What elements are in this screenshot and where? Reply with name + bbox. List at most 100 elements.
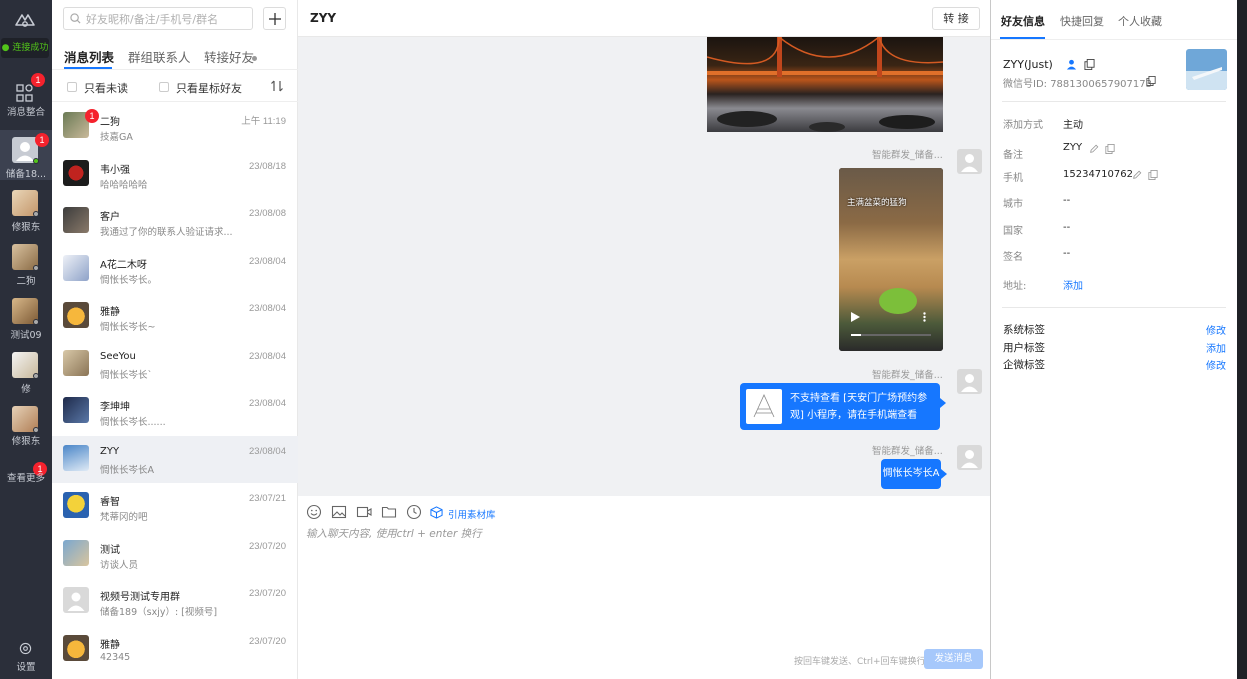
conversation-row[interactable]: ZYY 23/08/04 惆怅长岑长A (52, 435, 298, 483)
nav-item-settings[interactable]: 设置 (0, 642, 52, 674)
edit-icon[interactable] (1132, 170, 1142, 180)
starred-only-checkbox[interactable] (159, 82, 169, 92)
conversation-row[interactable]: 李坤坤 23/08/04 惆怅长岑长...... (52, 388, 298, 435)
message-preview: 惆怅长岑长A (100, 464, 154, 476)
conversation-row[interactable]: 测试 23/07/20 访谈人员 (52, 531, 298, 578)
phone-value: 15234710762 (1063, 169, 1133, 180)
clock-icon[interactable] (406, 504, 422, 520)
miniprogram-card[interactable]: 不支持查看 [天安门广场预约参观] 小程序，请在手机端查看 (740, 383, 940, 430)
remark-value: ZYY (1063, 142, 1083, 153)
chat-panel: ZYY 转 接 智能群发_储备... 主满盆菜的猛狗 智能群发_储备... 不支… (298, 0, 990, 679)
miniprogram-text: 不支持查看 [天安门广场预约参观] 小程序，请在手机端查看 (790, 393, 928, 421)
bubble-tail (940, 398, 946, 408)
grid-icon (16, 84, 33, 102)
conversation-row[interactable]: 二狗 上午 11:19 技嘉GA 1 (52, 103, 298, 150)
emoji-icon[interactable] (306, 504, 322, 520)
avatar (63, 302, 89, 328)
conversation-row[interactable]: SeeYou 23/08/04 惆怅长岑长` (52, 341, 298, 388)
tab-transferred-friends[interactable]: 转接好友 (204, 47, 254, 66)
message-preview: 储备189（sxjy）: [视频号] (100, 607, 218, 618)
tab-friend-info[interactable]: 好友信息 (1001, 13, 1045, 29)
copy-icon[interactable] (1084, 59, 1095, 70)
message-preview: 惆怅长岑长` (100, 369, 153, 381)
nav-item-message-hub[interactable]: 1 消息整合 (0, 73, 52, 120)
avatar (63, 634, 89, 661)
add-method-label: 添加方式 (1003, 120, 1043, 131)
nav-item-account-2[interactable]: 修狠东 (0, 186, 52, 234)
tab-messages[interactable]: 消息列表 (64, 47, 114, 66)
copy-icon[interactable] (1148, 170, 1158, 180)
country-value: -- (1063, 222, 1071, 233)
more-icon[interactable] (923, 312, 926, 322)
conversation-row[interactable]: 客户 23/08/08 我通过了你的联系人验证请求... (52, 198, 298, 245)
video-caption: 主满盆菜的猛狗 (847, 198, 907, 208)
edit-enterprise-tags-link[interactable]: 修改 (1206, 357, 1226, 372)
avatar (63, 539, 89, 566)
message-time: 23/08/04 (249, 398, 286, 409)
conversation-row[interactable]: 雅静 23/08/04 惆怅长岑长~ (52, 293, 298, 340)
avatar (957, 445, 982, 470)
message-preview: 哈哈哈哈哈 (100, 179, 148, 191)
message-time: 23/07/20 (249, 540, 286, 552)
avatar (63, 254, 89, 281)
enterprise-tags-label: 企微标签 (1003, 359, 1045, 371)
transfer-button[interactable]: 转 接 (932, 7, 980, 30)
filter-bar: 只看未读 只看星标好友 (52, 70, 298, 102)
image-icon[interactable] (331, 504, 347, 520)
signature-value: -- (1063, 248, 1071, 259)
text-message[interactable]: 惆怅长岑长A (881, 459, 941, 489)
copy-icon[interactable] (1146, 76, 1156, 86)
image-message[interactable] (707, 37, 943, 132)
conversation-row[interactable]: 视频号测试专用群 23/07/20 储备189（sxjy）: [视频号] (52, 578, 298, 625)
unread-only-checkbox[interactable] (67, 82, 77, 92)
unread-badge: 1 (85, 109, 99, 123)
contact-name: 视频号测试专用群 (100, 592, 180, 603)
video-message[interactable]: 主满盆菜的猛狗 (839, 168, 943, 351)
conversation-row[interactable]: 韦小强 23/08/18 哈哈哈哈哈 (52, 151, 298, 198)
search-input[interactable] (86, 10, 246, 28)
progress-track[interactable] (851, 334, 931, 336)
nav-item-view-more[interactable]: 1 查看更多 (0, 462, 52, 486)
tab-quick-reply[interactable]: 快捷回复 (1060, 13, 1104, 29)
edit-system-tags-link[interactable]: 修改 (1206, 322, 1226, 337)
nav-item-account-4[interactable]: 测试09 (0, 294, 52, 342)
status-dot (33, 373, 39, 379)
window-edge (1237, 0, 1247, 679)
nav-item-account-3[interactable]: 二狗 (0, 240, 52, 288)
starred-only-label: 只看星标好友 (176, 82, 242, 95)
status-dot (33, 319, 39, 325)
add-address-link[interactable]: 添加 (1063, 277, 1083, 292)
tab-favorites[interactable]: 个人收藏 (1118, 13, 1162, 29)
add-user-tags-link[interactable]: 添加 (1206, 340, 1226, 355)
message-time: 23/08/04 (249, 350, 286, 362)
message-input[interactable] (306, 526, 976, 636)
edit-icon[interactable] (1089, 144, 1099, 154)
message-area[interactable]: 智能群发_储备... 主满盆菜的猛狗 智能群发_储备... 不支持查看 [天安门… (298, 37, 990, 496)
contact-name: 李坤坤 (100, 402, 130, 413)
conversation-row[interactable]: A花二木呀 23/08/04 惆怅长岑长。 (52, 246, 298, 293)
avatar (63, 159, 89, 186)
cube-icon[interactable] (430, 506, 443, 519)
video-icon[interactable] (356, 504, 372, 520)
nav-item-account-1[interactable]: 1 储备18... (0, 130, 52, 180)
nav-item-account-5[interactable]: 修 (0, 348, 52, 396)
bubble-tail (941, 469, 947, 479)
tab-group-contacts[interactable]: 群组联系人 (128, 47, 191, 66)
contact-name: 雅静 (100, 307, 120, 318)
conversation-row[interactable]: 雅静 23/07/20 42345 (52, 626, 298, 673)
play-icon[interactable] (851, 312, 860, 322)
folder-icon[interactable] (381, 504, 397, 520)
conversation-row[interactable]: 睿智 23/07/21 梵蒂冈的吧 (52, 483, 298, 530)
contact-name: 测试 (100, 544, 120, 556)
material-library-link[interactable]: 引用素材库 (448, 507, 496, 521)
sort-icon[interactable] (270, 79, 284, 93)
send-button[interactable]: 发送消息 (924, 649, 983, 669)
nav-item-account-6[interactable]: 修狠东 (0, 402, 52, 450)
avatar (957, 149, 982, 174)
online-dot (33, 158, 39, 164)
copy-icon[interactable] (1105, 144, 1115, 154)
search-box[interactable] (63, 7, 253, 30)
user-tags-label: 用户标签 (1003, 342, 1045, 354)
add-button[interactable] (263, 7, 286, 30)
avatar (63, 444, 89, 471)
